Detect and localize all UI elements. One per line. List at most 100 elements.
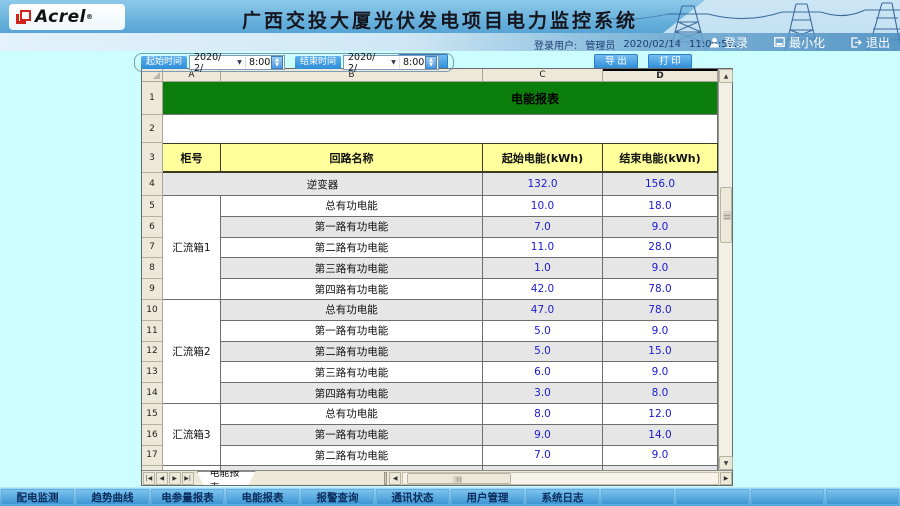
row-number[interactable]: 7 (142, 238, 163, 259)
end-value-cell[interactable]: 78.0 (603, 279, 718, 300)
cabinet-cell[interactable]: 汇流箱2 (163, 300, 221, 404)
cabinet-cell[interactable]: 汇流箱3 (163, 404, 221, 466)
end-value-cell[interactable]: 14.0 (603, 425, 718, 446)
menu-item-system-log[interactable]: 系统日志 (526, 489, 599, 505)
end-value-cell[interactable]: 9.0 (603, 362, 718, 383)
horizontal-scrollbar[interactable] (402, 472, 719, 485)
cabinet-header-cell[interactable]: 柜号 (163, 143, 221, 173)
menu-item-empty[interactable] (751, 489, 824, 505)
menu-item-energy-report[interactable]: 电能报表 (226, 489, 299, 505)
start-value-cell[interactable]: 8.0 (483, 404, 603, 425)
end-value-cell[interactable]: 28.0 (603, 238, 718, 259)
start-value-cell[interactable]: 5.0 (483, 342, 603, 363)
menu-item-power-distribution[interactable]: 配电监测 (1, 489, 74, 505)
menu-item-comm-status[interactable]: 通讯状态 (376, 489, 449, 505)
start-value-cell[interactable]: 7.0 (483, 446, 603, 467)
report-title-cell[interactable]: 电能报表 (163, 82, 718, 115)
start-value-cell[interactable]: 7.0 (483, 217, 603, 238)
row-number[interactable]: 10 (142, 300, 163, 321)
circuit-header-cell[interactable]: 回路名称 (221, 143, 483, 173)
circuit-cell[interactable]: 总有功电能 (221, 404, 483, 425)
start-value-cell[interactable]: 5.0 (483, 321, 603, 342)
row-number[interactable]: 8 (142, 258, 163, 279)
row-number[interactable]: 6 (142, 217, 163, 238)
row-number[interactable]: 11 (142, 321, 163, 342)
menu-item-empty[interactable] (601, 489, 674, 505)
row-number[interactable]: 17 (142, 446, 163, 467)
end-value-cell[interactable]: 9.0 (603, 321, 718, 342)
end-value-cell[interactable]: 78.0 (603, 300, 718, 321)
circuit-cell[interactable]: 第一路有功电能 (221, 425, 483, 446)
start-value-cell[interactable]: 132.0 (483, 173, 603, 196)
column-header-d[interactable]: D (603, 69, 718, 82)
start-value-cell[interactable]: 6.0 (483, 362, 603, 383)
vertical-scroll-thumb[interactable] (720, 187, 732, 243)
exit-button[interactable]: 退出 (851, 34, 890, 51)
circuit-cell[interactable]: 第二路有功电能 (221, 238, 483, 259)
next-sheet-icon[interactable]: ▶ (169, 472, 181, 485)
menu-item-parameter-report[interactable]: 电参量报表 (151, 489, 224, 505)
start-energy-header-cell[interactable]: 起始电能(kWh) (483, 143, 603, 173)
sheet-tab-energy-report[interactable]: 电能报表 (197, 471, 256, 485)
row-number[interactable]: 12 (142, 342, 163, 363)
end-value-cell[interactable]: 9.0 (603, 446, 718, 467)
start-value-cell[interactable]: 1.0 (483, 258, 603, 279)
row-number[interactable]: 4 (142, 173, 163, 196)
row-number[interactable]: 15 (142, 404, 163, 425)
scroll-up-icon[interactable]: ▲ (719, 69, 733, 83)
tab-split-handle[interactable] (384, 472, 388, 485)
end-date-dropdown-icon[interactable]: ▼ (388, 56, 399, 69)
end-value-cell[interactable]: 9.0 (603, 258, 718, 279)
menu-item-alarm-query[interactable]: 报警查询 (301, 489, 374, 505)
vertical-scrollbar[interactable]: ▲ ▼ (718, 69, 732, 470)
circuit-cell[interactable]: 第四路有功电能 (221, 383, 483, 404)
menu-item-empty[interactable] (676, 489, 749, 505)
row-number[interactable]: 16 (142, 425, 163, 446)
circuit-cell[interactable]: 总有功电能 (221, 300, 483, 321)
end-value-cell[interactable]: 18.0 (603, 196, 718, 217)
end-value-cell[interactable]: 9.0 (603, 217, 718, 238)
start-date-dropdown-icon[interactable]: ▼ (234, 56, 245, 69)
circuit-cell[interactable]: 第三路有功电能 (221, 362, 483, 383)
cabinet-cell[interactable]: 逆变器 (163, 173, 483, 196)
end-value-cell[interactable]: 12.0 (603, 404, 718, 425)
start-value-cell[interactable]: 3.0 (483, 383, 603, 404)
prev-sheet-icon[interactable]: ◀ (156, 472, 168, 485)
row-number[interactable]: 5 (142, 196, 163, 217)
row-number[interactable]: 14 (142, 383, 163, 404)
start-value-cell[interactable]: 9.0 (483, 425, 603, 446)
start-value-cell[interactable]: 11.0 (483, 238, 603, 259)
row-number[interactable]: 3 (142, 143, 163, 173)
start-value-cell[interactable]: 10.0 (483, 196, 603, 217)
start-value-cell[interactable]: 47.0 (483, 300, 603, 321)
menu-item-trend-curve[interactable]: 趋势曲线 (76, 489, 149, 505)
start-value-cell[interactable]: 42.0 (483, 279, 603, 300)
scroll-right-icon[interactable]: ▶ (720, 472, 732, 485)
circuit-cell[interactable]: 第三路有功电能 (221, 258, 483, 279)
menu-item-user-management[interactable]: 用户管理 (451, 489, 524, 505)
end-time-spinner[interactable]: ▲▼ (425, 56, 437, 69)
end-value-cell[interactable]: 156.0 (603, 173, 718, 196)
circuit-cell[interactable]: 第一路有功电能 (221, 217, 483, 238)
circuit-cell[interactable]: 第二路有功电能 (221, 342, 483, 363)
print-button[interactable]: 打 印 (648, 54, 692, 69)
row-number[interactable]: 13 (142, 362, 163, 383)
circuit-cell[interactable]: 第一路有功电能 (221, 321, 483, 342)
end-energy-header-cell[interactable]: 结束电能(kWh) (603, 143, 718, 173)
circuit-cell[interactable]: 总有功电能 (221, 196, 483, 217)
scroll-left-icon[interactable]: ◀ (389, 472, 401, 485)
first-sheet-icon[interactable]: |◀ (143, 472, 155, 485)
row-number[interactable]: 1 (142, 82, 163, 115)
cabinet-cell[interactable]: 汇流箱1 (163, 196, 221, 300)
login-button[interactable]: 登录 (709, 34, 748, 51)
row-number[interactable]: 9 (142, 279, 163, 300)
scroll-down-icon[interactable]: ▼ (719, 456, 733, 470)
blank-cell[interactable] (163, 115, 718, 143)
minimize-button[interactable]: 最小化 (774, 34, 825, 51)
end-value-cell[interactable]: 15.0 (603, 342, 718, 363)
start-datetime-picker[interactable]: 2020/ 2/ ▼ 8:00: ▲▼ (189, 55, 285, 70)
circuit-cell[interactable]: 第二路有功电能 (221, 446, 483, 467)
start-time-spinner[interactable]: ▲▼ (271, 56, 283, 69)
column-header-c[interactable]: C (483, 69, 603, 82)
horizontal-scroll-thumb[interactable] (407, 473, 511, 484)
